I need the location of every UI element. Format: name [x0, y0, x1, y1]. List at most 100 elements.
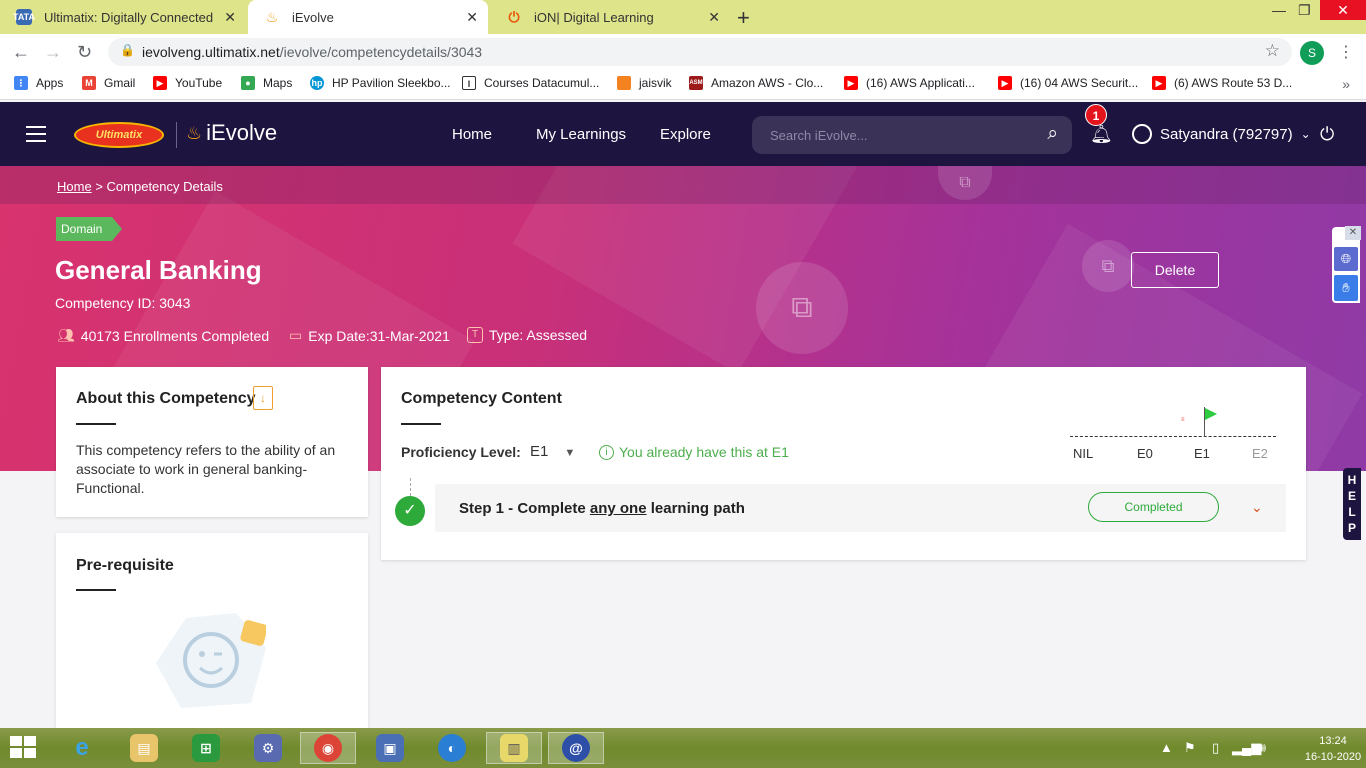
close-tab-icon[interactable]: ✕ [224, 9, 236, 26]
app-swirl-icon[interactable]: @ [548, 732, 604, 764]
chrome-menu-icon[interactable]: ⋮ [1338, 42, 1354, 62]
users-icon: 👥︎ [57, 327, 75, 343]
download-icon[interactable]: ↓ [253, 386, 273, 410]
bell-icon[interactable]: 🔔︎ [1090, 124, 1113, 145]
new-tab-icon[interactable]: + [737, 5, 750, 31]
chrome-icon[interactable]: ◉ [300, 732, 356, 764]
scale-e0: E0 [1137, 446, 1153, 461]
nav-home[interactable]: Home [452, 126, 492, 143]
more-bookmarks-icon[interactable]: » [1342, 76, 1350, 92]
tab-title: Ultimatix: Digitally Connected [44, 9, 214, 25]
bookmark-courses[interactable]: I Courses Datacumul... [462, 76, 599, 90]
close-tab-icon[interactable]: ✕ [708, 9, 720, 26]
bookmark-gmail[interactable]: M Gmail [82, 76, 135, 90]
lock-icon: 🔒 [120, 43, 135, 57]
chevron-down-icon[interactable]: ⌄ [1251, 499, 1263, 516]
reload-icon[interactable]: ↻ [77, 42, 92, 63]
smiley-illustration-icon [156, 613, 266, 708]
green-flag-icon [1205, 408, 1217, 420]
browser-tab-ievolve[interactable]: ♨ iEvolve ✕ [248, 0, 488, 34]
system-clock[interactable]: 13:24 16-10-2020 [1300, 733, 1366, 765]
remote-desktop-icon[interactable]: ▣ [362, 732, 418, 764]
network-tool-icon[interactable]: ⚙ [240, 732, 296, 764]
search-input[interactable]: Search iEvolve... ⌕ [752, 116, 1072, 154]
ultimatix-logo[interactable]: Ultimatix [74, 122, 164, 148]
blocks-decor-icon: ⧉ [1082, 240, 1134, 292]
info-icon: i [599, 444, 614, 460]
youtube-icon: ▶ [1152, 76, 1166, 90]
window-close-icon[interactable]: ✕ [1320, 0, 1366, 20]
globe-icon[interactable]: 🌐︎ [1334, 247, 1358, 271]
mini-marker-icon: ≡ [1181, 417, 1185, 423]
proficiency-scale-line [1070, 436, 1276, 437]
profile-avatar[interactable]: S [1300, 41, 1324, 65]
tray-flag-icon[interactable]: ⚑ [1184, 740, 1196, 756]
user-menu[interactable]: Satyandra (792797) ⌄ [1132, 124, 1311, 144]
scale-nil: NIL [1073, 446, 1094, 461]
volume-icon[interactable]: 🔊︎ [1258, 740, 1266, 756]
bookmark-maps[interactable]: ● Maps [241, 76, 292, 90]
nav-explore[interactable]: Explore [660, 126, 711, 143]
tray-up-arrow-icon[interactable]: ▲ [1160, 740, 1173, 755]
bookmark-apps[interactable]: ⋮ Apps [14, 76, 63, 90]
file-explorer-icon[interactable]: ▤ [116, 732, 172, 764]
caret-down-icon: ▼ [564, 447, 576, 459]
youtube-icon: ▶ [998, 76, 1012, 90]
hamburger-menu-icon[interactable] [26, 126, 46, 142]
tab-title: iON| Digital Learning [534, 9, 654, 25]
widget-close-icon[interactable]: ✕ [1345, 226, 1361, 240]
bookmark-aws-security[interactable]: ▶ (16) 04 AWS Securit... [998, 76, 1138, 90]
apps-grid-icon: ⋮ [14, 76, 28, 90]
address-bar[interactable]: 🔒 ievolveng.ultimatix.net/ievolve/compet… [108, 38, 1292, 66]
prerequisite-card: Pre-requisite [56, 533, 368, 728]
bookmark-youtube[interactable]: ▶ YouTube [153, 76, 222, 90]
breadcrumb-home-link[interactable]: Home [57, 179, 92, 194]
edge-icon[interactable]: ◐ [424, 732, 480, 764]
youtube-icon: ▶ [153, 76, 167, 90]
maximize-icon[interactable]: ❐ [1298, 2, 1311, 19]
tata-favicon-icon: TATA [13, 9, 35, 25]
competency-content-card: Competency Content Proficiency Level: E1… [381, 367, 1306, 560]
delete-button[interactable]: Delete [1131, 252, 1219, 288]
bookmarks-bar: ⋮ Apps M Gmail ▶ YouTube ● Maps hp HP Pavilio… [0, 70, 1366, 100]
sign-language-icon[interactable]: ✋︎ [1334, 275, 1358, 301]
blocks-decor-icon: ⧉ [756, 262, 848, 354]
logout-power-icon[interactable]: ⏻ [1320, 124, 1334, 145]
bookmark-jaisvik[interactable]: jaisvik [617, 76, 672, 90]
forward-arrow-icon[interactable]: → [44, 42, 62, 63]
browser-toolbar: ← → ↻ 🔒 ievolveng.ultimatix.net/ievolve/… [0, 34, 1366, 70]
competency-id: Competency ID: 3043 [55, 295, 191, 311]
bookmark-star-icon[interactable]: ☆ [1265, 41, 1280, 61]
store-icon[interactable]: ⊞ [178, 732, 234, 764]
bookmark-hp[interactable]: hp HP Pavilion Sleekbo... [310, 76, 451, 90]
nav-my-learnings[interactable]: My Learnings [536, 126, 626, 143]
maps-pin-icon: ● [241, 76, 255, 90]
browser-tab-strip: TATA Ultimatix: Digitally Connected ✕ ♨ … [0, 0, 1366, 34]
sticky-notes-icon[interactable]: ▥ [486, 732, 542, 764]
minimize-icon[interactable]: — [1272, 2, 1286, 18]
prerequisite-title: Pre-requisite [76, 557, 174, 574]
flame-icon: ♨ [186, 122, 203, 143]
ievolve-logo[interactable]: ♨ iEvolve [186, 120, 277, 146]
tab-title: iEvolve [292, 9, 334, 25]
bookmark-amazon-aws[interactable]: ASM Amazon AWS - Clo... [689, 76, 823, 90]
ion-power-icon: ⏻ [508, 8, 520, 25]
browser-tab-ultimatix[interactable]: TATA Ultimatix: Digitally Connected ✕ [0, 0, 246, 34]
back-arrow-icon[interactable]: ← [12, 42, 30, 63]
browser-tab-ion[interactable]: ⏻ iON| Digital Learning ✕ [490, 0, 730, 34]
help-tab[interactable]: H E L P [1343, 468, 1361, 540]
proficiency-select[interactable]: E1 ▼ [530, 443, 575, 460]
proficiency-label: Proficiency Level: [401, 444, 521, 460]
bookmark-aws-application[interactable]: ▶ (16) AWS Applicati... [844, 76, 975, 90]
close-tab-icon[interactable]: ✕ [466, 9, 478, 26]
windows-start-icon[interactable] [10, 736, 38, 760]
search-icon[interactable]: ⌕ [1047, 123, 1058, 145]
title-underline [76, 423, 116, 425]
internet-explorer-icon[interactable]: e [54, 732, 110, 764]
battery-icon[interactable]: ▯ [1212, 740, 1219, 756]
title-underline [401, 423, 441, 425]
page-title: General Banking [55, 255, 262, 285]
signal-icon[interactable]: ▂▄▆ [1232, 740, 1261, 756]
notification-badge: 1 [1085, 104, 1107, 126]
bookmark-aws-route53[interactable]: ▶ (6) AWS Route 53 D... [1152, 76, 1292, 90]
